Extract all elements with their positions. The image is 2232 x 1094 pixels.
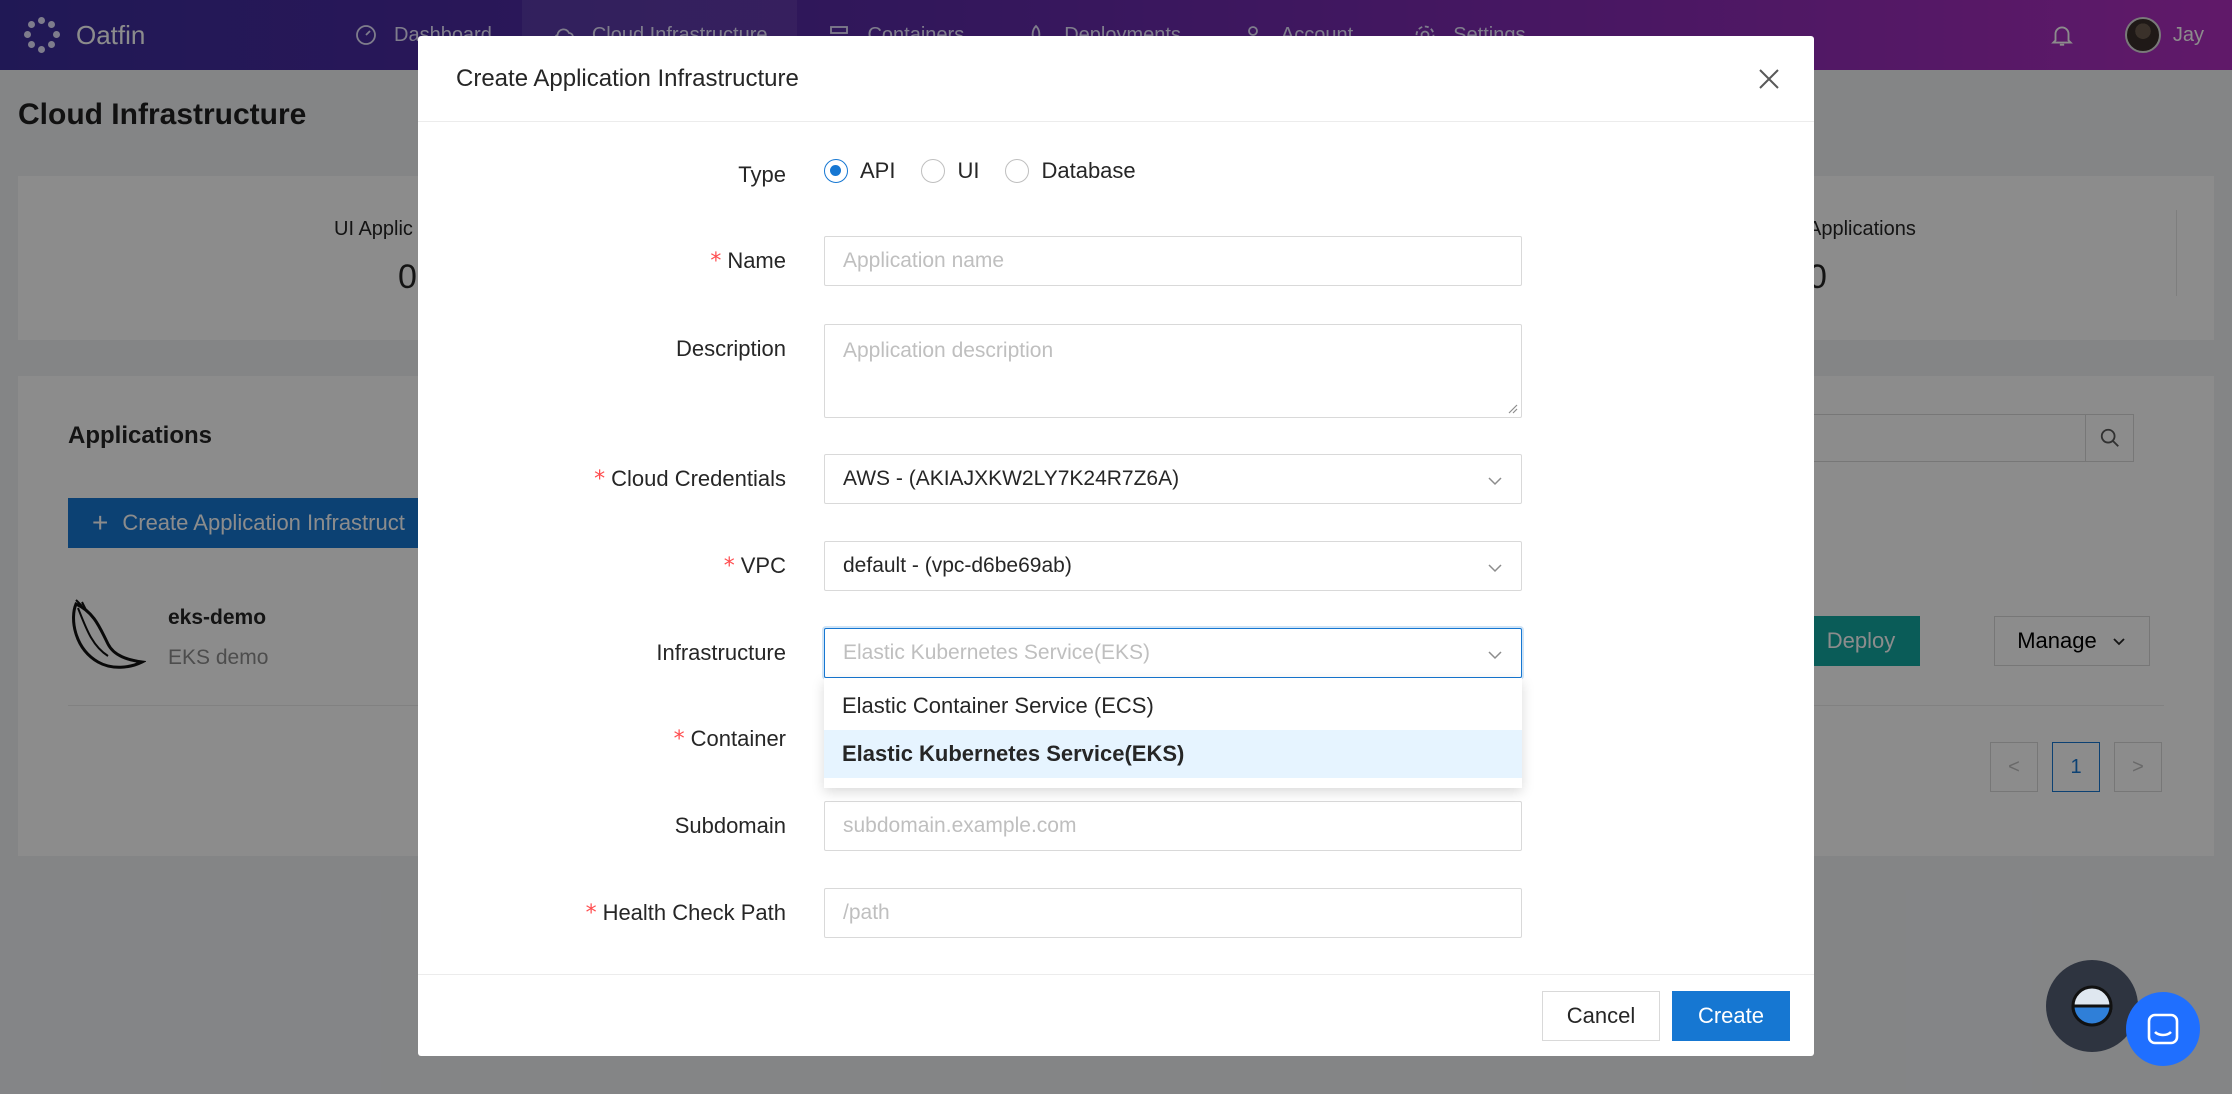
radio-unchecked-icon xyxy=(1005,159,1030,183)
chevron-down-icon xyxy=(1488,651,1502,660)
health-check-path-field[interactable]: /path xyxy=(824,888,1522,938)
select-value: AWS - (AKIAJXKW2LY7K24R7Z6A) xyxy=(843,467,1180,490)
description-placeholder: Application description xyxy=(843,339,1054,362)
radio-unchecked-icon xyxy=(921,159,946,183)
type-radio-group: API UI Database xyxy=(824,158,1162,184)
chat-icon xyxy=(2147,1013,2179,1045)
close-button[interactable] xyxy=(1754,64,1784,94)
chevron-down-icon xyxy=(1488,564,1502,573)
subdomain-field[interactable]: subdomain.example.com xyxy=(824,801,1522,851)
subdomain-placeholder: subdomain.example.com xyxy=(843,814,1077,837)
description-label: Description xyxy=(675,336,786,361)
assistant-launcher-button[interactable] xyxy=(2046,960,2138,1052)
name-placeholder: Application name xyxy=(843,249,1005,272)
cloud-credentials-label: * Cloud Credentials xyxy=(594,466,786,492)
modal-title: Create Application Infrastructure xyxy=(456,64,799,92)
create-button[interactable]: Create xyxy=(1672,991,1790,1041)
chat-launcher-button[interactable] xyxy=(2126,992,2200,1066)
infrastructure-select[interactable]: Elastic Kubernetes Service(EKS) xyxy=(824,628,1522,678)
type-label: Type xyxy=(738,162,786,187)
vpc-select[interactable]: default - (vpc-d6be69ab) xyxy=(824,541,1522,591)
vpc-label: * VPC xyxy=(723,553,786,579)
infrastructure-label: Infrastructure xyxy=(656,640,786,665)
radio-label: API xyxy=(860,158,896,183)
infrastructure-dropdown-menu: Elastic Container Service (ECS) Elastic … xyxy=(824,678,1522,788)
cloud-credentials-select[interactable]: AWS - (AKIAJXKW2LY7K24R7Z6A) xyxy=(824,454,1522,504)
chevron-down-icon xyxy=(1488,477,1502,486)
assistant-icon xyxy=(2071,985,2113,1027)
description-field[interactable]: Application description xyxy=(824,324,1522,418)
select-value: Elastic Kubernetes Service(EKS) xyxy=(843,641,1150,664)
close-icon xyxy=(1759,69,1779,89)
name-field[interactable]: Application name xyxy=(824,236,1522,286)
subdomain-label: Subdomain xyxy=(674,813,786,838)
name-label: * Name xyxy=(710,248,786,274)
modal-header: Create Application Infrastructure xyxy=(418,36,1814,122)
modal-footer: Cancel Create xyxy=(418,974,1814,1056)
dropdown-option-ecs[interactable]: Elastic Container Service (ECS) xyxy=(824,682,1522,730)
health-check-placeholder: /path xyxy=(843,901,890,924)
dropdown-option-eks[interactable]: Elastic Kubernetes Service(EKS) xyxy=(824,730,1522,778)
radio-checked-icon xyxy=(824,159,848,183)
container-label: * Container xyxy=(673,726,786,752)
radio-database[interactable]: Database xyxy=(1005,158,1136,184)
radio-label: UI xyxy=(957,158,980,183)
select-value: default - (vpc-d6be69ab) xyxy=(843,554,1072,577)
radio-label: Database xyxy=(1041,158,1136,183)
health-check-label: * Health Check Path xyxy=(585,900,786,926)
resize-handle-icon[interactable] xyxy=(1506,402,1518,414)
radio-api[interactable]: API xyxy=(824,158,895,184)
create-application-modal: Create Application Infrastructure Type A… xyxy=(418,36,1814,1056)
radio-ui[interactable]: UI xyxy=(921,158,979,184)
cancel-button[interactable]: Cancel xyxy=(1542,991,1660,1041)
